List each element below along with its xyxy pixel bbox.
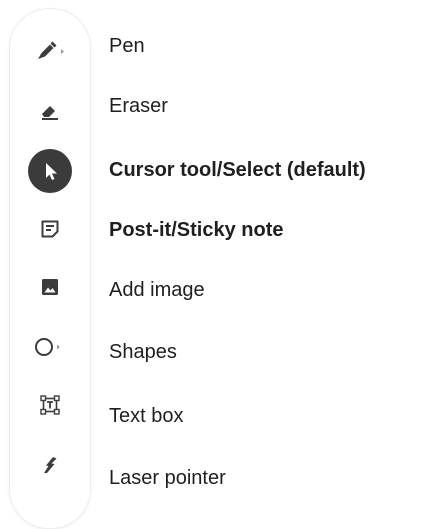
sticky-note-icon xyxy=(41,220,59,238)
pen-label: Pen xyxy=(109,35,145,57)
text-box-tool-button[interactable] xyxy=(28,383,72,427)
shapes-icon xyxy=(35,338,60,356)
shapes-tool-button[interactable] xyxy=(28,325,72,369)
pen-icon xyxy=(38,41,64,59)
laser-pointer-icon xyxy=(44,457,57,473)
laser-pointer-tool-button[interactable] xyxy=(28,443,72,487)
cursor-icon xyxy=(46,163,57,180)
eraser-icon xyxy=(42,106,58,120)
pen-tool-button[interactable] xyxy=(28,29,72,73)
submenu-arrow-icon xyxy=(57,344,60,350)
cursor-tool-label: Cursor tool/Select (default) xyxy=(109,159,366,181)
image-icon xyxy=(42,279,58,295)
eraser-label: Eraser xyxy=(109,95,168,117)
submenu-arrow-icon xyxy=(61,49,64,54)
sticky-note-label: Post-it/Sticky note xyxy=(109,219,284,241)
cursor-tool-button[interactable] xyxy=(28,149,72,193)
laser-pointer-label: Laser pointer xyxy=(109,467,226,489)
text-box-icon xyxy=(40,395,60,415)
add-image-label: Add image xyxy=(109,279,205,301)
text-box-label: Text box xyxy=(109,405,184,427)
eraser-tool-button[interactable] xyxy=(28,89,72,133)
sticky-note-tool-button[interactable] xyxy=(28,207,72,251)
add-image-tool-button[interactable] xyxy=(28,265,72,309)
shapes-label: Shapes xyxy=(109,341,177,363)
whiteboard-toolbar xyxy=(9,8,91,529)
